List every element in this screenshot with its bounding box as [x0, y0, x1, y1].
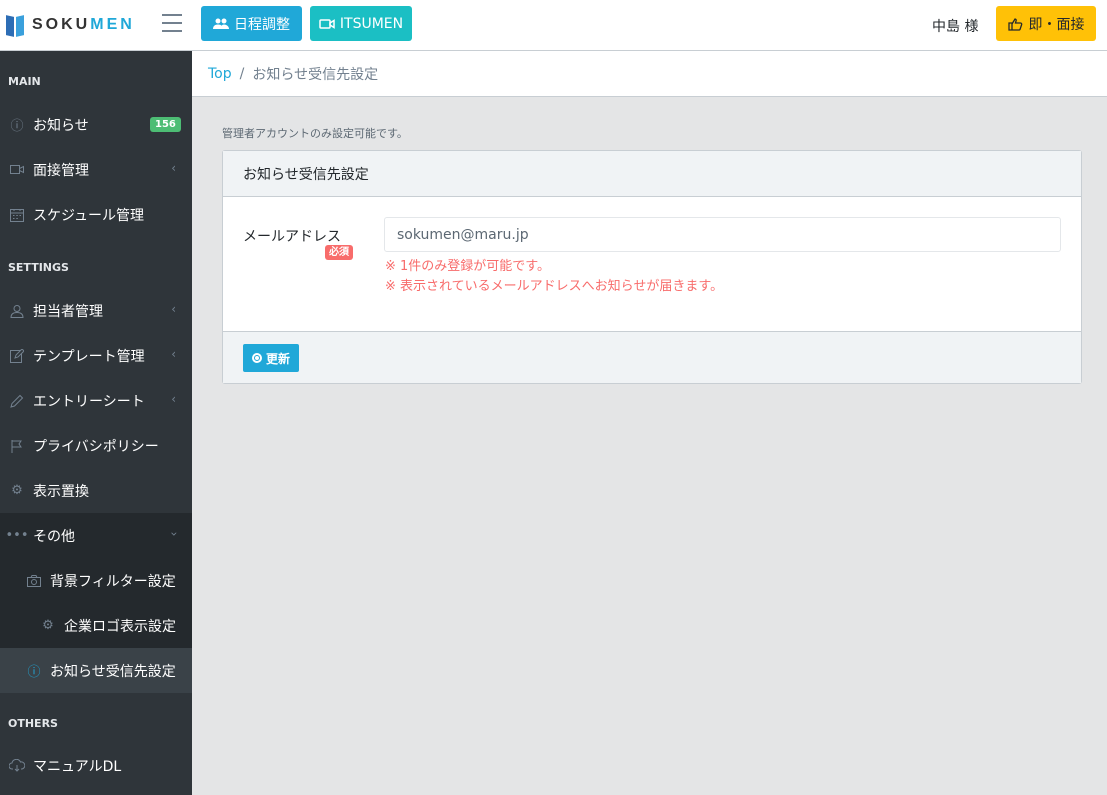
users-icon	[213, 18, 229, 29]
gear-icon: ⚙	[11, 483, 23, 498]
sidebar-item-manual[interactable]: マニュアルDL	[0, 743, 192, 788]
logo-icon	[6, 14, 26, 37]
info-icon: ⓘ	[10, 119, 24, 134]
note-single-registration: ※ 1件のみ登録が可能です。	[385, 259, 550, 274]
sidebar-item-schedule[interactable]: スケジュール管理	[0, 192, 192, 237]
brand-name: SOKUMEN	[32, 16, 135, 33]
sidebar: MAIN ⓘ お知らせ 156 面接管理 ‹ スケジュール管理 SETTINGS…	[0, 51, 192, 795]
note-delivery: ※ 表示されているメールアドレスへお知らせが届きます。	[385, 279, 724, 294]
sidebar-item-notice-recipient[interactable]: ⓘ お知らせ受信先設定	[0, 648, 192, 693]
sokumen-interview-button[interactable]: 即・面接	[996, 6, 1096, 41]
video-icon	[9, 162, 25, 178]
top-header: SOKUMEN 日程調整 ITSUMEN 中島 様 即・面接	[0, 0, 1107, 51]
breadcrumb-top-link[interactable]: Top	[208, 66, 232, 82]
notice-recipient-card: お知らせ受信先設定 メールアドレス 必須 ※ 1件のみ登録が可能です。 ※ 表示…	[222, 150, 1082, 384]
flag-icon	[9, 438, 25, 454]
menu-toggle-icon[interactable]	[162, 14, 182, 32]
sidebar-item-bg-filter[interactable]: 背景フィルター設定	[0, 558, 192, 603]
sidebar-item-label: お知らせ	[33, 117, 89, 134]
sidebar-item-label: 担当者管理	[33, 303, 103, 320]
sidebar-item-label: プライバシポリシー	[33, 438, 159, 455]
breadcrumb-current: お知らせ受信先設定	[252, 66, 379, 83]
card-footer: 更新	[223, 331, 1081, 383]
sidebar-item-label: お知らせ受信先設定	[50, 663, 176, 680]
user-icon	[9, 303, 25, 319]
gear-icon: ⚙	[42, 618, 54, 633]
email-field[interactable]	[384, 217, 1061, 252]
edit-icon	[9, 348, 25, 364]
video-icon	[319, 18, 335, 29]
sidebar-item-label: その他	[33, 528, 75, 545]
sidebar-item-staff[interactable]: 担当者管理 ‹	[0, 288, 192, 333]
calendar-icon	[9, 207, 25, 223]
breadcrumb: Top / お知らせ受信先設定	[192, 51, 1107, 97]
chevron-left-icon: ‹	[171, 161, 176, 175]
nav-section-others: OTHERS	[8, 717, 58, 730]
email-field-label: メールアドレス	[243, 229, 341, 245]
pencil-icon	[9, 393, 25, 409]
brand-logo[interactable]: SOKUMEN	[6, 12, 135, 38]
dots-icon: •••	[5, 528, 29, 543]
sidebar-item-notices[interactable]: ⓘ お知らせ 156	[0, 102, 192, 147]
sidebar-item-label: マニュアルDL	[33, 758, 122, 775]
sidebar-item-label: 背景フィルター設定	[50, 573, 176, 590]
sidebar-item-label: エントリーシート	[33, 393, 145, 410]
sidebar-item-display-replace[interactable]: ⚙ 表示置換	[0, 468, 192, 513]
sokumen-button-label: 即・面接	[1028, 16, 1085, 33]
sidebar-item-other[interactable]: ••• その他 ‹	[0, 513, 192, 558]
update-button[interactable]: 更新	[243, 344, 300, 372]
cloud-download-icon	[9, 758, 25, 774]
sidebar-item-entry-sheet[interactable]: エントリーシート ‹	[0, 378, 192, 423]
chevron-left-icon: ‹	[171, 392, 176, 406]
breadcrumb-separator: /	[239, 65, 245, 82]
nav-section-settings: SETTINGS	[8, 261, 69, 274]
sidebar-item-interview[interactable]: 面接管理 ‹	[0, 147, 192, 192]
chevron-left-icon: ‹	[171, 347, 176, 361]
itsumen-button-label: ITSUMEN	[339, 15, 404, 32]
sidebar-item-label: 企業ロゴ表示設定	[64, 618, 176, 635]
notice-count-badge: 156	[150, 117, 181, 132]
itsumen-button[interactable]: ITSUMEN	[310, 6, 412, 41]
camera-icon	[26, 573, 42, 589]
required-badge: 必須	[325, 245, 353, 260]
schedule-button-label: 日程調整	[234, 16, 290, 33]
sidebar-item-label: テンプレート管理	[33, 348, 145, 365]
update-button-label: 更新	[266, 351, 291, 366]
admin-only-note: 管理者アカウントのみ設定可能です。	[222, 127, 408, 140]
dot-circle-icon	[252, 353, 262, 363]
chevron-down-icon: ‹	[166, 531, 181, 537]
info-icon: ⓘ	[27, 665, 41, 680]
sidebar-item-company-logo[interactable]: ⚙ 企業ロゴ表示設定	[0, 603, 192, 648]
sidebar-item-label: スケジュール管理	[33, 207, 145, 224]
nav-section-main: MAIN	[8, 75, 41, 88]
sidebar-item-template[interactable]: テンプレート管理 ‹	[0, 333, 192, 378]
sidebar-item-label: 表示置換	[33, 483, 89, 500]
card-title: お知らせ受信先設定	[223, 151, 1081, 197]
user-name[interactable]: 中島 様	[932, 16, 978, 36]
sidebar-item-privacy[interactable]: プライバシポリシー	[0, 423, 192, 468]
chevron-left-icon: ‹	[171, 302, 176, 316]
schedule-button[interactable]: 日程調整	[201, 6, 302, 41]
hand-pointer-icon	[1007, 17, 1022, 31]
card-body: メールアドレス 必須 ※ 1件のみ登録が可能です。 ※ 表示されているメールアド…	[223, 197, 1081, 331]
sidebar-item-label: 面接管理	[33, 162, 89, 179]
